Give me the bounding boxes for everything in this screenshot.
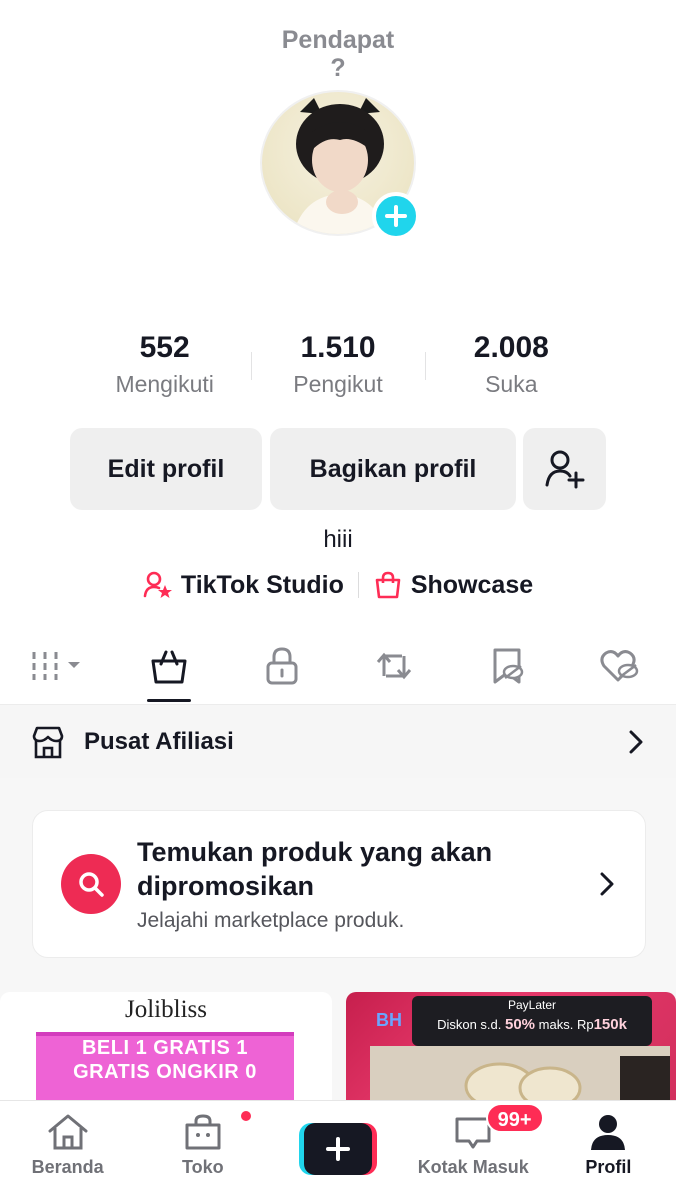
- stat-followers-label: Pengikut: [293, 371, 383, 397]
- discount-prefix: Diskon s.d.: [437, 1017, 502, 1032]
- shopping-bag-icon: [151, 650, 187, 684]
- tab-private[interactable]: [225, 630, 338, 702]
- product-card-sandals[interactable]: BH PayLater Diskon s.d. 50% maks. Rp150k: [346, 992, 676, 1100]
- profile-title-chevron: ?: [330, 54, 346, 82]
- links-divider: [357, 572, 359, 598]
- search-icon-badge: [61, 854, 121, 914]
- product-label: BH: [376, 1010, 402, 1030]
- product-card-jolibliss[interactable]: Jolibliss BELI 1 GRATIS 1 GRATIS ONGKIR …: [0, 992, 332, 1100]
- tiktok-studio-label: TikTok Studio: [180, 570, 344, 599]
- discount-mid: maks. Rp: [538, 1017, 594, 1032]
- avatar-container[interactable]: [260, 90, 420, 240]
- product-photo: [370, 1046, 670, 1100]
- product-promo-line1: BELI 1 GRATIS 1: [81, 1037, 249, 1059]
- bookmark-hidden-icon: [493, 648, 524, 684]
- nav-shop[interactable]: Toko: [135, 1101, 270, 1200]
- stat-likes-label: Suka: [485, 371, 538, 397]
- shopping-bag-icon: [375, 571, 401, 599]
- nav-profile[interactable]: Profil: [541, 1101, 676, 1200]
- find-products-text: Temukan produk yang akan dipromosikan Je…: [137, 835, 597, 933]
- stat-following-count: 552: [139, 331, 190, 364]
- plus-icon: [385, 205, 407, 227]
- chevron-right-icon: [600, 872, 614, 896]
- tab-videos[interactable]: [0, 630, 113, 702]
- affiliate-center-label: Pusat Afiliasi: [84, 727, 234, 755]
- profile-bio: hiii: [323, 526, 353, 553]
- studio-icon: [143, 571, 172, 598]
- stat-likes[interactable]: 2.008 Suka: [424, 330, 598, 410]
- add-friend-button[interactable]: [523, 428, 606, 510]
- create-button[interactable]: [299, 1123, 377, 1175]
- stat-following[interactable]: 552 Mengikuti: [78, 330, 251, 410]
- tab-reposts[interactable]: [338, 630, 451, 702]
- profile-links: TikTok Studio Showcase: [0, 570, 676, 600]
- nav-inbox[interactable]: 99+ Kotak Masuk: [406, 1101, 544, 1200]
- find-products-subtitle: Jelajahi marketplace produk.: [137, 909, 405, 932]
- profile-tabs: [0, 630, 676, 702]
- discount-max: 150k: [593, 1016, 627, 1033]
- lock-icon: [266, 647, 298, 685]
- home-icon: [48, 1114, 88, 1150]
- tab-liked[interactable]: [563, 630, 676, 702]
- stat-followers-count: 1.510: [300, 331, 376, 364]
- nav-shop-label: Toko: [181, 1157, 224, 1177]
- grid-icon: [32, 652, 81, 680]
- nav-home[interactable]: Beranda: [0, 1101, 135, 1200]
- showcase-label: Showcase: [410, 570, 534, 599]
- add-story-button[interactable]: [372, 192, 420, 240]
- store-icon: [32, 726, 64, 758]
- bottom-navigation: Beranda Toko 99+ Kotak Masuk Profil: [0, 1100, 676, 1200]
- profile-icon: [591, 1115, 626, 1150]
- tiktok-studio-link[interactable]: TikTok Studio: [143, 570, 344, 600]
- tab-shop[interactable]: [113, 630, 226, 702]
- shop-notification-dot: [239, 1109, 254, 1123]
- showcase-link[interactable]: Showcase: [373, 570, 533, 600]
- profile-title[interactable]: Pendapat ?: [0, 26, 676, 82]
- product-promo-banner: BELI 1 GRATIS 1 GRATIS ONGKIR 0: [36, 1032, 294, 1100]
- repost-icon: [377, 652, 412, 680]
- discount-percent: 50%: [505, 1016, 536, 1033]
- stat-following-label: Mengikuti: [115, 371, 214, 397]
- paylater-banner: PayLater Diskon s.d. 50% maks. Rp150k: [412, 996, 652, 1046]
- stat-followers[interactable]: 1.510 Pengikut: [251, 330, 424, 410]
- share-profile-button[interactable]: Bagikan profil: [270, 428, 516, 510]
- shop-bag-icon: [185, 1114, 221, 1150]
- plus-icon: [326, 1137, 350, 1161]
- product-brand: Jolibliss: [125, 996, 207, 1023]
- nav-profile-label: Profil: [585, 1157, 632, 1177]
- nav-create[interactable]: [270, 1101, 405, 1200]
- sandals-image: [370, 1046, 670, 1100]
- find-products-title: Temukan produk yang akan dipromosikan: [137, 837, 493, 901]
- affiliate-center-row[interactable]: Pusat Afiliasi: [0, 704, 676, 778]
- nav-home-label: Beranda: [31, 1157, 104, 1177]
- paylater-discount: Diskon s.d. 50% maks. Rp150k: [412, 1014, 652, 1036]
- edit-profile-button[interactable]: Edit profil: [70, 428, 262, 510]
- nav-inbox-label: Kotak Masuk: [417, 1157, 529, 1177]
- tab-favorites[interactable]: [451, 630, 564, 702]
- find-products-card[interactable]: Temukan produk yang akan dipromosikan Je…: [32, 810, 646, 958]
- chevron-right-icon: [629, 730, 643, 753]
- profile-stats: 552 Mengikuti 1.510 Pengikut 2.008 Suka: [78, 330, 598, 410]
- product-promo-line2: GRATIS ONGKIR 0: [73, 1061, 257, 1083]
- heart-hidden-icon: [600, 650, 638, 682]
- profile-title-text: Pendapat: [281, 26, 395, 54]
- stat-likes-count: 2.008: [473, 331, 549, 364]
- inbox-badge: 99+: [485, 1103, 544, 1133]
- search-icon: [79, 872, 104, 897]
- add-user-icon: [545, 450, 584, 489]
- paylater-label: PayLater: [507, 998, 557, 1012]
